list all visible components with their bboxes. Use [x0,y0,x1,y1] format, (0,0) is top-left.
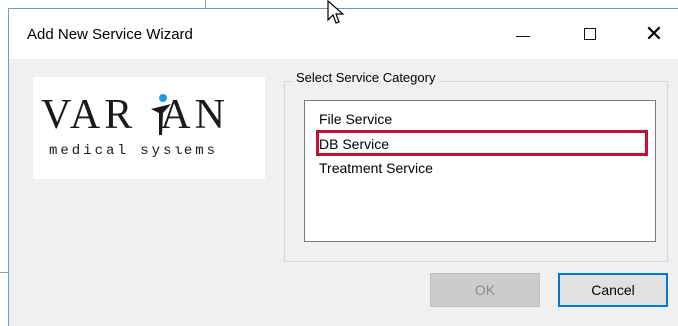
mouse-cursor-icon [327,0,345,24]
maximize-button[interactable] [567,9,613,59]
ok-button[interactable]: OK [430,273,540,307]
background-tick [0,272,8,273]
maximize-icon [584,28,596,40]
logo-figure-icon [151,94,171,135]
selection-highlight-box [316,130,648,156]
cancel-button[interactable]: Cancel [558,273,668,307]
minimize-icon [516,35,530,37]
logo-tagline: medical sysιems [49,143,219,159]
add-service-dialog: Add New Service Wizard ✕ VAR AN medical s… [8,8,678,326]
service-category-list[interactable]: File Service DB Service Treatment Servic… [304,100,656,242]
list-item-treatment-service[interactable]: Treatment Service [319,158,433,178]
close-button[interactable]: ✕ [631,9,677,59]
close-icon: ✕ [644,21,664,46]
varian-logo: VAR AN medical sysιems [33,77,265,179]
minimize-button[interactable] [500,9,546,59]
list-item-file-service[interactable]: File Service [319,109,392,129]
logo-brand: VAR AN [41,92,229,138]
group-label: Select Service Category [292,70,440,85]
window-title: Add New Service Wizard [27,26,193,43]
